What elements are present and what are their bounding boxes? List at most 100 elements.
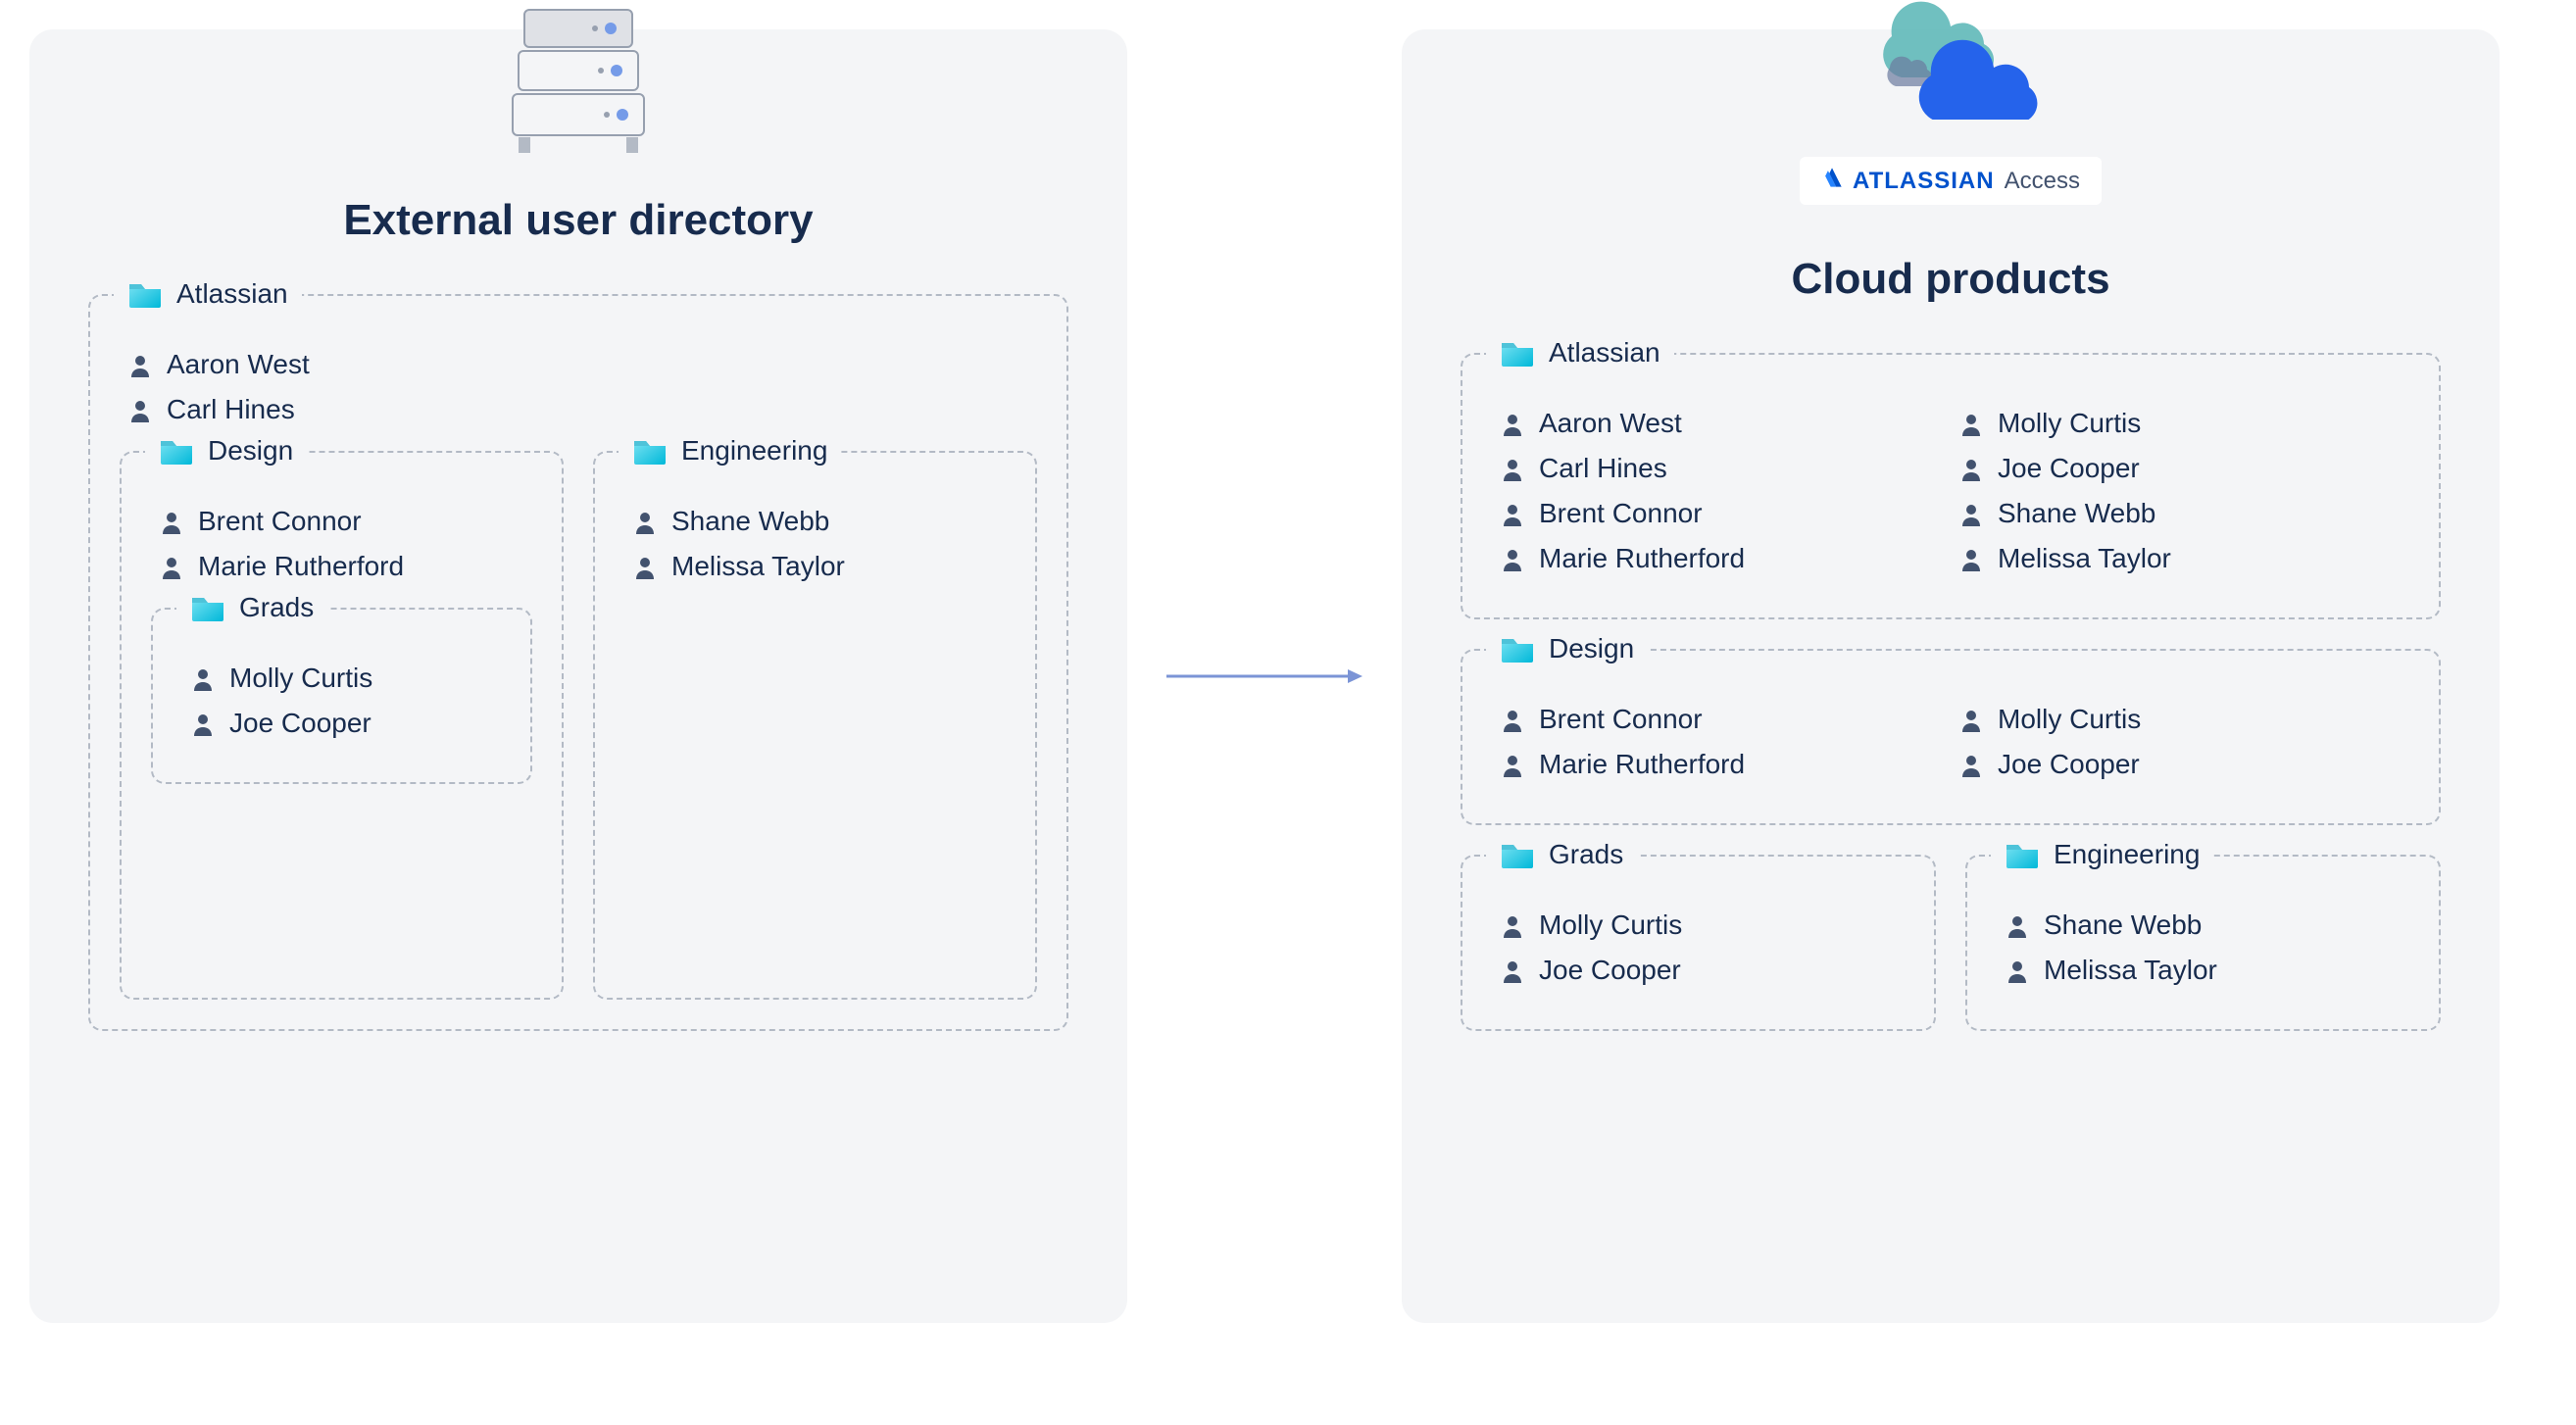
user-name: Marie Rutherford [1539,543,1745,574]
user-name: Melissa Taylor [2044,955,2217,986]
user-icon [1502,958,1523,982]
user-name: Shane Webb [2044,909,2202,941]
user-name: Carl Hines [1539,453,1667,484]
diagram-stage: External user directory Atlassian Aaron … [29,29,2547,1323]
user-icon [192,666,214,690]
user-icon [1502,412,1523,435]
user-item: Joe Cooper [1960,453,2409,484]
user-icon [634,510,656,533]
user-name: Brent Connor [1539,704,1703,735]
cloud-design-label-text: Design [1549,633,1634,664]
folder-icon [159,437,194,465]
user-name: Molly Curtis [1998,408,2141,439]
cloud-engineering-label-text: Engineering [2054,839,2200,870]
user-name: Molly Curtis [229,663,372,694]
user-item: Marie Rutherford [1502,543,1951,574]
user-name: Marie Rutherford [198,551,404,582]
folder-icon [1500,339,1535,367]
user-item: Molly Curtis [1960,704,2409,735]
atlassian-access-badge: ATLASSIAN Access [1800,157,2102,205]
user-item: Carl Hines [129,394,1037,425]
atlassian-logo-icon [1821,167,1843,195]
engineering-group-box: Engineering Shane Webb Melissa Taylor [593,451,1037,1000]
user-item: Molly Curtis [1960,408,2409,439]
user-item: Joe Cooper [192,708,501,739]
user-item: Brent Connor [1502,704,1951,735]
user-name: Aaron West [1539,408,1682,439]
user-name: Shane Webb [671,506,829,537]
user-icon [1960,457,1982,480]
grads-label-text: Grads [239,592,314,623]
user-item: Brent Connor [161,506,532,537]
cloud-icon [1853,0,2049,124]
user-icon [634,555,656,578]
cloud-atlassian-label: Atlassian [1486,337,1674,369]
user-name: Marie Rutherford [1539,749,1745,780]
user-icon [129,353,151,376]
user-icon [1502,547,1523,570]
atlassian-label-text: Atlassian [176,278,288,310]
engineering-group-label: Engineering [619,435,841,467]
user-item: Melissa Taylor [634,551,1006,582]
user-icon [1502,753,1523,776]
user-icon [1960,547,1982,570]
user-name: Aaron West [167,349,310,380]
folder-icon [190,594,225,621]
user-name: Brent Connor [198,506,362,537]
user-item: Brent Connor [1502,498,1951,529]
external-directory-title: External user directory [88,196,1068,245]
user-icon [1502,502,1523,525]
user-item: Marie Rutherford [161,551,532,582]
user-item: Aaron West [129,349,1037,380]
user-name: Brent Connor [1539,498,1703,529]
user-item: Joe Cooper [1960,749,2409,780]
cloud-grads-label-text: Grads [1549,839,1623,870]
user-name: Shane Webb [1998,498,2155,529]
user-name: Carl Hines [167,394,295,425]
cloud-engineering-label: Engineering [1991,839,2213,870]
atlassian-group-box: Atlassian Aaron West Carl Hines Design [88,294,1068,1031]
cloud-design-label: Design [1486,633,1648,664]
user-item: Molly Curtis [192,663,501,694]
user-icon [2006,958,2028,982]
user-name: Melissa Taylor [671,551,845,582]
cloud-grads-label: Grads [1486,839,1637,870]
folder-icon [1500,841,1535,868]
folder-icon [632,437,668,465]
cloud-atlassian-box: Atlassian Aaron West Carl Hines Brent Co… [1461,353,2441,619]
server-icon [505,0,652,164]
cloud-grads-box: Grads Molly Curtis Joe Cooper [1461,855,1936,1031]
user-name: Molly Curtis [1539,909,1682,941]
cloud-products-title: Cloud products [1461,255,2441,304]
cloud-products-panel: ATLASSIAN Access Cloud products Atlassia… [1402,29,2500,1323]
grads-group-box: Grads Molly Curtis Joe Cooper [151,608,532,784]
user-item: Aaron West [1502,408,1951,439]
user-item: Marie Rutherford [1502,749,1951,780]
user-icon [2006,913,2028,937]
user-icon [161,555,182,578]
folder-icon [127,280,163,308]
design-label-text: Design [208,435,293,467]
user-name: Melissa Taylor [1998,543,2171,574]
engineering-label-text: Engineering [681,435,827,467]
user-name: Joe Cooper [229,708,372,739]
user-name: Joe Cooper [1998,453,2140,484]
cloud-design-box: Design Brent Connor Marie Rutherford Mol… [1461,649,2441,825]
user-item: Molly Curtis [1502,909,1905,941]
folder-icon [2005,841,2040,868]
atlassian-group-label: Atlassian [114,278,302,310]
user-icon [129,398,151,421]
cloud-atlassian-label-text: Atlassian [1549,337,1660,369]
design-group-label: Design [145,435,307,467]
folder-icon [1500,635,1535,663]
user-icon [1502,708,1523,731]
user-item: Shane Webb [1960,498,2409,529]
user-icon [1960,412,1982,435]
user-name: Joe Cooper [1539,955,1681,986]
user-icon [1502,457,1523,480]
user-icon [1502,913,1523,937]
user-item: Melissa Taylor [2006,955,2409,986]
user-icon [1960,708,1982,731]
user-item: Shane Webb [2006,909,2409,941]
user-item: Melissa Taylor [1960,543,2409,574]
